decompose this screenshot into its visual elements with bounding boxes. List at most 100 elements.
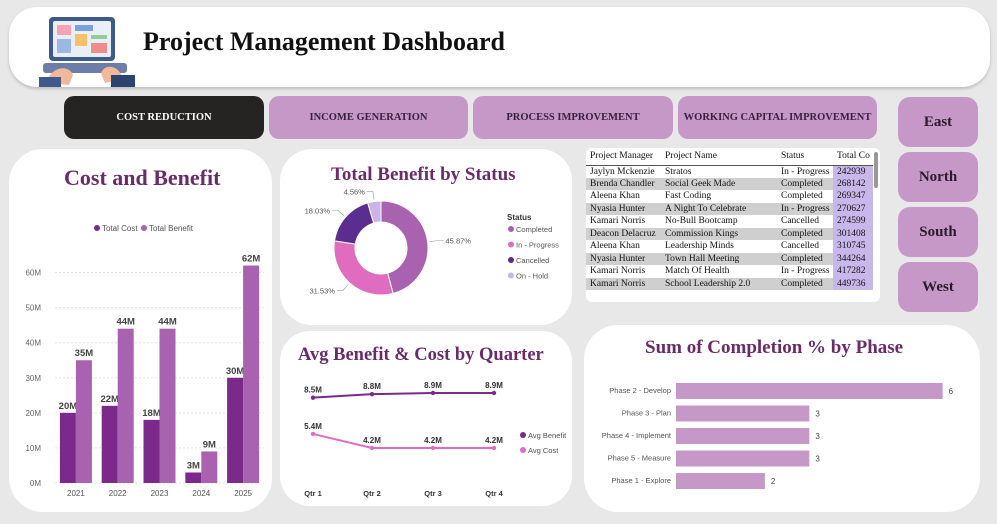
table-cell: Town Hall Meeting (661, 252, 777, 265)
table-row[interactable]: Brenda Chandler Social Geek Made Completed… (586, 177, 873, 190)
bar-total-cost-2024[interactable] (185, 472, 202, 483)
legend-total-benefit-label: Total Benefit (149, 224, 194, 233)
point-data-label: 4.2M (424, 436, 442, 445)
table-row[interactable]: Aleena Khan Leadership Minds Cancelled 3107… (586, 240, 873, 253)
table-cell: Deacon Delacruz (586, 227, 661, 240)
table-cell: Match Of Health (665, 266, 730, 277)
bar-total-benefit-2024[interactable] (201, 451, 218, 483)
line-avg-benefit[interactable] (312, 392, 494, 399)
table-row[interactable]: Kamari Norris No-Bull Bootcamp Cancelled 27… (586, 215, 873, 228)
bar-data-label: 62M (242, 254, 261, 265)
table-cell: Completed (777, 277, 833, 290)
point-avg-benefit[interactable] (310, 395, 316, 400)
table-row[interactable]: Aleena Khan Fast Coding Completed 269347 (586, 190, 873, 203)
region-west-button[interactable]: West (898, 262, 978, 312)
table-cell: 417282 (833, 265, 873, 278)
x-tick-label: Qtr 1 (304, 489, 322, 498)
table-row[interactable]: Jaylyn Mckenzie Stratos In - Progress 24293… (586, 165, 873, 178)
table-cell: 274599 (833, 215, 873, 228)
bar-total-cost-2022[interactable] (101, 405, 118, 483)
table-cell: Stratos (665, 166, 692, 177)
column-header-status[interactable]: Status (777, 148, 833, 166)
slice-percent-label: 45.87% (446, 237, 472, 246)
legend-avg-cost-marker (520, 447, 526, 453)
table-cell: 268142 (833, 177, 873, 190)
table-cell: Completed (777, 252, 833, 265)
point-avg-benefit[interactable] (430, 390, 436, 396)
table-cell: Fast Coding (665, 191, 712, 202)
bar-value-label: 2 (771, 477, 776, 486)
region-east-button[interactable]: East (898, 97, 978, 147)
phase-label: Phase 1 - Explore (611, 476, 671, 485)
bar-value-label: 3 (815, 432, 820, 441)
point-data-label: 5.4M (304, 422, 322, 431)
point-data-label: 8.9M (485, 381, 503, 390)
table-cell: 344264 (833, 252, 873, 265)
x-tick-label: Qtr 3 (424, 489, 442, 498)
point-avg-cost[interactable] (310, 431, 316, 437)
legend-marker-cancelled (508, 257, 514, 263)
bar-total-benefit-2022[interactable] (117, 328, 134, 483)
tab-income-generation[interactable]: INCOME GENERATION (269, 96, 468, 139)
slice-percent-label: 4.56% (344, 188, 366, 197)
column-header-project-manager[interactable]: Project Manager (586, 148, 661, 166)
line-avg-cost[interactable] (312, 432, 494, 449)
bar-total-cost-2023[interactable] (143, 419, 160, 483)
bar-data-label: 18M (142, 408, 161, 419)
bar-total-cost-2021[interactable] (59, 412, 76, 483)
legend-marker-in-progress (508, 241, 514, 248)
x-tick-label: Qtr 4 (485, 489, 503, 498)
table-cell: Completed (777, 177, 833, 190)
y-tick-label: 50M (25, 304, 41, 313)
table-cell: No-Bull Bootcamp (665, 216, 738, 227)
point-avg-benefit[interactable] (369, 391, 375, 397)
tab-cost-reduction[interactable]: COST REDUCTION (64, 96, 264, 139)
bar-data-label: 9M (203, 439, 216, 450)
bar-phase-4-implement[interactable] (676, 428, 810, 444)
bar-total-benefit-2025[interactable] (243, 265, 260, 483)
column-header-total-co[interactable]: Total Co (833, 148, 873, 166)
bar-phase-5-measure[interactable] (676, 450, 810, 467)
table-cell: Social Geek Made (661, 177, 777, 190)
slice-percent-label: 31.53% (309, 286, 335, 295)
table-row[interactable]: Kamari Norris Match Of Health In - Progres… (586, 265, 873, 278)
table-row[interactable]: Nyasia Hunter Town Hall Meeting Completed 3… (586, 252, 873, 265)
slice-percent-label: 18.03% (305, 207, 331, 216)
table-cell: Kamari Norris (590, 266, 646, 277)
point-avg-cost[interactable] (491, 445, 497, 451)
point-avg-benefit[interactable] (491, 390, 497, 396)
table-cell: 242939 (833, 165, 873, 178)
table-cell: Aleena Khan (590, 191, 640, 202)
y-tick-label: 60M (25, 269, 41, 278)
table-row[interactable]: Nyasia Hunter A Night To Celebrate In - Pr… (586, 202, 873, 215)
column-header-project-name[interactable]: Project Name (661, 148, 777, 166)
donut-slice-cancelled[interactable] (333, 202, 375, 245)
table-scrollbar[interactable] (874, 152, 878, 188)
bar-data-label: 20M (59, 401, 78, 412)
table-cell: In - Progress (777, 202, 833, 215)
phase-label: Phase 3 - Plan (622, 409, 671, 418)
point-avg-cost[interactable] (369, 445, 375, 451)
bar-total-benefit-2023[interactable] (159, 328, 176, 483)
donut-slice-in-progress[interactable] (333, 240, 394, 296)
tab-working-capital-improvement[interactable]: WORKING CAPITAL IMPROVEMENT (678, 96, 877, 139)
x-tick-label: Qtr 2 (363, 489, 381, 498)
bar-total-cost-2025[interactable] (227, 377, 244, 483)
table-row[interactable]: Deacon Delacruz Commission Kings Completed… (586, 227, 873, 240)
region-north-button[interactable]: North (898, 152, 978, 202)
bar-phase-1-explore[interactable] (676, 473, 765, 489)
tab-process-improvement[interactable]: PROCESS IMPROVEMENT (473, 96, 673, 139)
bar-data-label: 44M (116, 317, 135, 328)
bar-total-benefit-2021[interactable] (75, 360, 92, 483)
bar-phase-2-develop[interactable] (676, 383, 943, 399)
region-south-button[interactable]: South (898, 207, 978, 257)
completion-bar-chart: Phase 2 - Develop 6 Phase 3 - Plan 3 Phase 4… (602, 383, 954, 489)
point-avg-cost[interactable] (430, 445, 436, 451)
avg-quarter-line-chart: 8.5M 8.8M 8.9M 8.9M 5.4M 4.2M 4.2M 4.2M Qtr 1 Qtr… (304, 381, 567, 498)
projects-table[interactable]: Project Manager Project Name Status Total C… (586, 148, 880, 302)
table-row[interactable]: Kamari Norris School Leadership 2.0 Comple… (586, 277, 873, 290)
bar-phase-3-plan[interactable] (676, 405, 810, 422)
legend-label-in-progress: In - Progress (516, 241, 559, 250)
table-cell: 269347 (833, 190, 873, 203)
legend-total-cost-label: Total Cost (102, 224, 138, 233)
